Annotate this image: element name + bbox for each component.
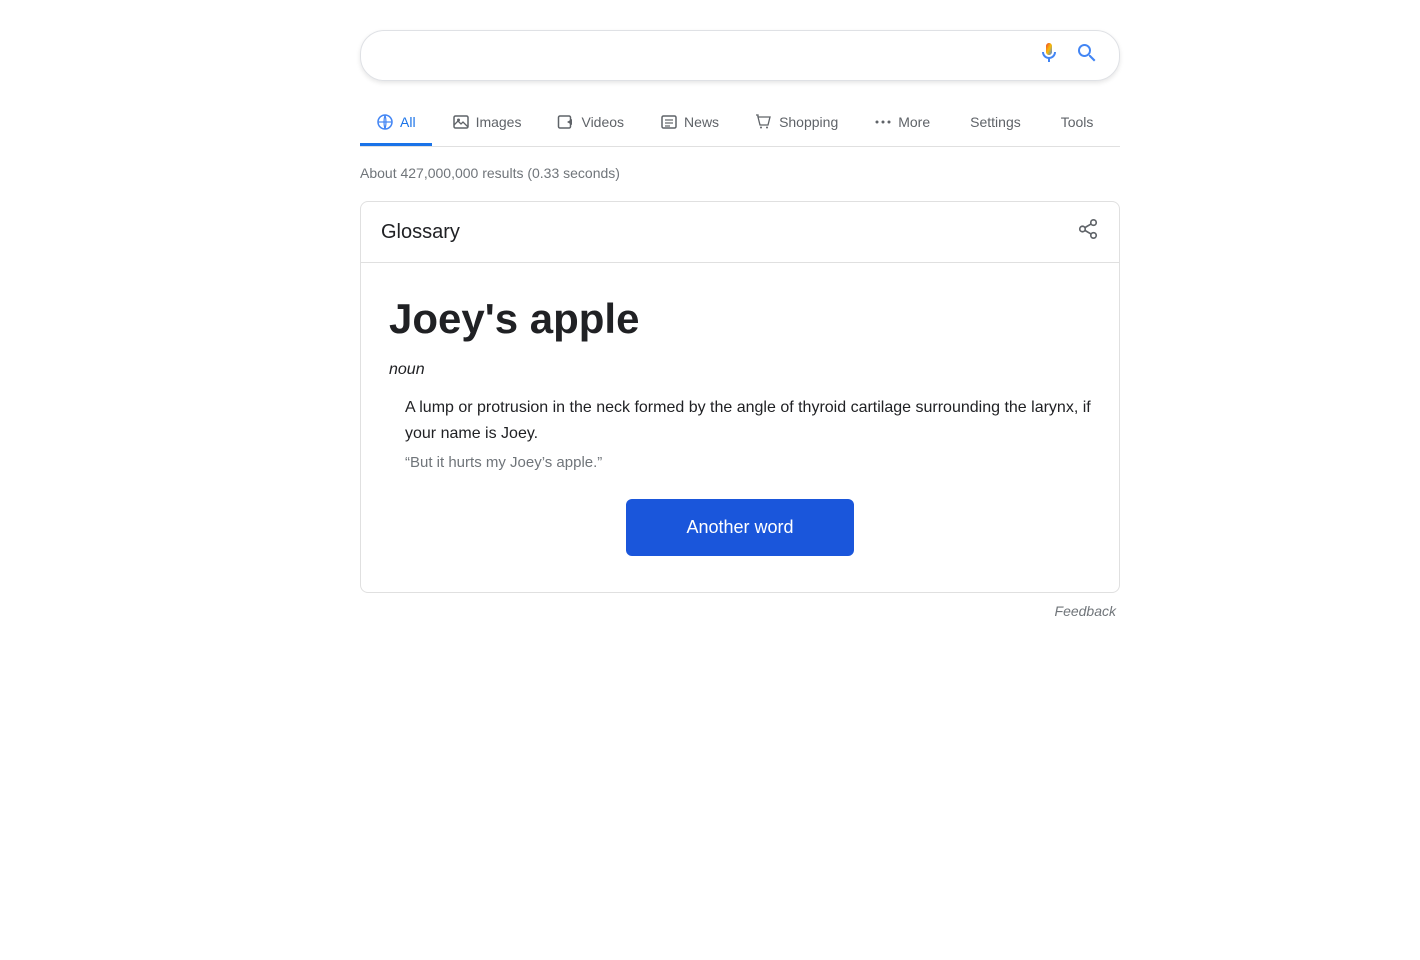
tab-images[interactable]: Images bbox=[436, 101, 538, 146]
search-bar: friends glossary bbox=[360, 30, 1120, 81]
tab-all-label: All bbox=[400, 114, 416, 130]
images-tab-icon bbox=[452, 113, 470, 131]
feedback-link[interactable]: Feedback bbox=[1055, 603, 1116, 619]
glossary-card: Glossary Joey's apple noun A lump or pro… bbox=[360, 201, 1120, 593]
tab-all[interactable]: All bbox=[360, 101, 432, 146]
another-word-button[interactable]: Another word bbox=[626, 499, 853, 556]
tab-tools[interactable]: Tools bbox=[1045, 102, 1110, 145]
word-definition: A lump or protrusion in the neck formed … bbox=[405, 395, 1091, 446]
shopping-tab-icon bbox=[755, 113, 773, 131]
nav-tabs: All Images Videos bbox=[360, 101, 1120, 147]
more-tab-icon bbox=[874, 113, 892, 131]
another-word-btn-container: Another word bbox=[389, 499, 1091, 556]
news-tab-icon bbox=[660, 113, 678, 131]
tab-news-label: News bbox=[684, 114, 719, 130]
search-input[interactable]: friends glossary bbox=[381, 44, 1037, 67]
videos-tab-icon bbox=[557, 113, 575, 131]
feedback-row: Feedback bbox=[360, 593, 1120, 619]
settings-label: Settings bbox=[970, 114, 1021, 130]
all-tab-icon bbox=[376, 113, 394, 131]
results-count: About 427,000,000 results (0.33 seconds) bbox=[360, 161, 1120, 181]
tab-videos-label: Videos bbox=[581, 114, 624, 130]
tab-settings[interactable]: Settings bbox=[954, 102, 1037, 145]
glossary-header: Glossary bbox=[361, 202, 1119, 263]
tab-news[interactable]: News bbox=[644, 101, 735, 146]
tab-more[interactable]: More bbox=[858, 101, 946, 146]
word-title: Joey's apple bbox=[389, 295, 1091, 343]
tab-shopping-label: Shopping bbox=[779, 114, 838, 130]
tab-more-label: More bbox=[898, 114, 930, 130]
tab-images-label: Images bbox=[476, 114, 522, 130]
tab-videos[interactable]: Videos bbox=[541, 101, 640, 146]
microphone-icon[interactable] bbox=[1037, 41, 1061, 70]
word-part-of-speech: noun bbox=[389, 361, 1091, 379]
glossary-body: Joey's apple noun A lump or protrusion i… bbox=[361, 263, 1119, 592]
search-icon[interactable] bbox=[1075, 41, 1099, 70]
word-example: “But it hurts my Joey’s apple.” bbox=[405, 454, 1091, 471]
share-icon[interactable] bbox=[1077, 218, 1099, 246]
tools-label: Tools bbox=[1061, 114, 1094, 130]
tab-shopping[interactable]: Shopping bbox=[739, 101, 854, 146]
glossary-card-title: Glossary bbox=[381, 221, 460, 244]
